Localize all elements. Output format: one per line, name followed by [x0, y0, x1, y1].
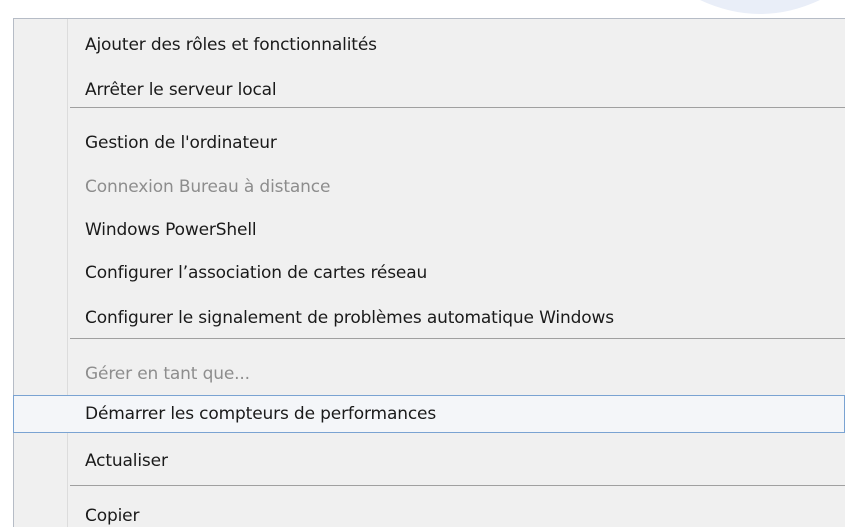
context-menu: Ajouter des rôles et fonctionnalités Arr…: [13, 18, 845, 527]
menu-item-label: Gérer en tant que...: [85, 364, 250, 384]
menu-item-label: Ajouter des rôles et fonctionnalités: [85, 35, 377, 55]
menu-item-remote-desktop-connection: Connexion Bureau à distance: [14, 171, 845, 203]
menu-item-computer-management[interactable]: Gestion de l'ordinateur: [14, 127, 845, 159]
menu-item-label: Copier: [85, 506, 140, 526]
menu-item-windows-powershell[interactable]: Windows PowerShell: [14, 214, 845, 246]
menu-item-refresh[interactable]: Actualiser: [14, 445, 845, 477]
menu-item-configure-nic-teaming[interactable]: Configurer l’association de cartes résea…: [14, 257, 845, 289]
menu-item-label: Gestion de l'ordinateur: [85, 133, 277, 153]
menu-item-label: Connexion Bureau à distance: [85, 177, 331, 197]
menu-separator: [70, 107, 845, 108]
menu-item-add-roles-features[interactable]: Ajouter des rôles et fonctionnalités: [14, 29, 845, 61]
menu-item-configure-error-reporting[interactable]: Configurer le signalement de problèmes a…: [14, 302, 845, 334]
menu-item-label: Arrêter le serveur local: [85, 80, 277, 100]
menu-item-manage-as: Gérer en tant que...: [14, 358, 845, 390]
menu-item-stop-local-server[interactable]: Arrêter le serveur local: [14, 74, 845, 106]
menu-item-copy[interactable]: Copier: [14, 500, 845, 527]
menu-item-label: Windows PowerShell: [85, 220, 257, 240]
menu-separator: [70, 485, 845, 486]
menu-item-label: Actualiser: [85, 451, 168, 471]
screenshot-stage: Ajouter des rôles et fonctionnalités Arr…: [0, 0, 845, 527]
menu-separator: [70, 338, 845, 339]
menu-item-label: Démarrer les compteurs de performances: [85, 404, 437, 424]
menu-item-label: Configurer l’association de cartes résea…: [85, 263, 428, 283]
menu-item-label: Configurer le signalement de problèmes a…: [85, 308, 614, 328]
menu-item-start-performance-counters[interactable]: Démarrer les compteurs de performances: [13, 395, 845, 433]
